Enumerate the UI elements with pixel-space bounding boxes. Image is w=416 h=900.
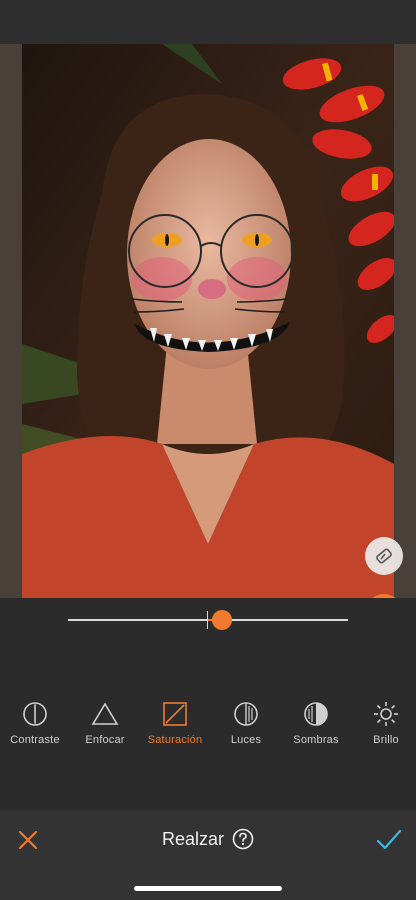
tool-contraste[interactable]: Contraste: [0, 700, 70, 746]
intensity-slider[interactable]: [0, 598, 416, 688]
tool-label: Brillo: [373, 734, 399, 746]
brightness-sun-icon: [372, 700, 400, 728]
screen-title: Realzar: [161, 828, 225, 849]
photo-canvas[interactable]: [0, 44, 416, 598]
status-bar: [0, 0, 416, 44]
bottom-action-bar: Realzar: [0, 810, 416, 900]
sharpen-triangle-icon: [91, 700, 119, 728]
shadows-icon: [302, 700, 330, 728]
edited-photo: [22, 44, 394, 598]
tool-label: Saturación: [147, 734, 203, 746]
tool-label: Contraste: [10, 734, 60, 746]
slider-center-mark: [207, 611, 208, 629]
tool-sombras[interactable]: Sombras: [281, 700, 351, 746]
home-indicator: [134, 886, 282, 891]
tool-saturacion[interactable]: Saturación: [140, 700, 210, 746]
tool-label: Luces: [230, 734, 262, 746]
contrast-icon: [21, 700, 49, 728]
eraser-icon: [376, 548, 392, 564]
adjustment-tools: Contraste Enfocar Saturación Luces Sombr…: [0, 700, 416, 760]
help-question-icon[interactable]: [232, 828, 254, 850]
title-group: Realzar: [0, 828, 416, 850]
tool-label: Enfocar: [85, 734, 125, 746]
eraser-button[interactable]: [365, 537, 403, 575]
tool-label: Sombras: [293, 734, 339, 746]
slider-thumb[interactable]: [212, 610, 232, 630]
tool-brillo[interactable]: Brillo: [351, 700, 416, 746]
checkmark-icon: [376, 829, 402, 850]
saturation-icon: [161, 700, 189, 728]
highlights-icon: [232, 700, 260, 728]
tool-enfocar[interactable]: Enfocar: [70, 700, 140, 746]
tool-luces[interactable]: Luces: [211, 700, 281, 746]
confirm-button[interactable]: [374, 826, 404, 854]
